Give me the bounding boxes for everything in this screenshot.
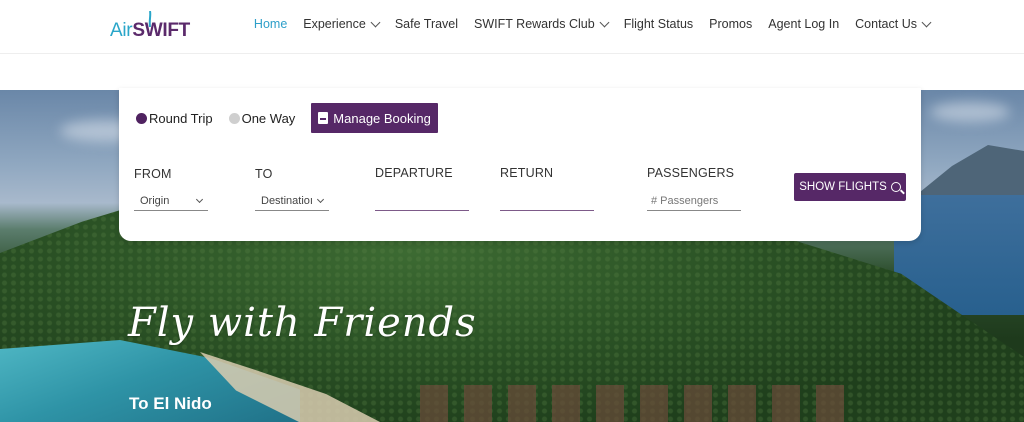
chevron-down-icon [195, 195, 204, 204]
site-header: Air SWIFT Home Experience Safe Travel SWI… [0, 0, 1024, 54]
airswift-logo[interactable]: Air SWIFT [110, 8, 190, 42]
cloud [930, 102, 1010, 122]
destination-select[interactable]: Destinatioı [255, 192, 329, 211]
nav-agent-login[interactable]: Agent Log In [768, 17, 839, 31]
trip-type-row: Round Trip One Way Manage Booking [136, 103, 438, 133]
return-label: RETURN [500, 166, 554, 180]
swift-bird-icon [149, 11, 152, 27]
departure-date-input[interactable] [375, 192, 469, 211]
nav-contact-us[interactable]: Contact Us [855, 17, 932, 31]
hero-subtitle: To El Nido [129, 394, 212, 413]
chevron-down-icon [599, 17, 610, 27]
nav-rewards-club[interactable]: SWIFT Rewards Club [474, 17, 610, 31]
chevron-down-icon [316, 195, 325, 204]
hero-title: Fly with Friends [128, 300, 477, 346]
one-way-radio[interactable]: One Way [228, 111, 295, 126]
passengers-input[interactable] [647, 192, 741, 211]
radio-selected-icon [136, 112, 147, 124]
nav-experience[interactable]: Experience [303, 17, 381, 31]
from-label: FROM [134, 167, 172, 181]
departure-label: DEPARTURE [375, 166, 453, 180]
logo-air-text: Air [110, 20, 133, 41]
logo-swift-text: SWIFT [132, 11, 190, 42]
return-date-input[interactable] [500, 192, 594, 211]
nav-flight-status[interactable]: Flight Status [624, 17, 693, 31]
resort-roofs [420, 385, 860, 422]
passengers-label: PASSENGERS [647, 166, 735, 180]
manage-booking-button[interactable]: Manage Booking [311, 103, 438, 133]
nav-safe-travel[interactable]: Safe Travel [395, 17, 458, 31]
book-icon [318, 112, 329, 124]
search-icon [890, 182, 901, 192]
to-label: TO [255, 167, 273, 181]
main-nav: Home Experience Safe Travel SWIFT Reward… [254, 0, 932, 48]
origin-select[interactable]: Origin [134, 192, 208, 211]
nav-promos[interactable]: Promos [709, 17, 752, 31]
booking-widget: Round Trip One Way Manage Booking FROM O… [119, 88, 921, 241]
round-trip-radio[interactable]: Round Trip [136, 111, 213, 126]
chevron-down-icon [921, 17, 932, 27]
radio-unselected-icon [228, 112, 240, 124]
show-flights-button[interactable]: SHOW FLIGHTS [794, 173, 906, 201]
nav-home[interactable]: Home [254, 17, 287, 31]
chevron-down-icon [370, 17, 381, 27]
